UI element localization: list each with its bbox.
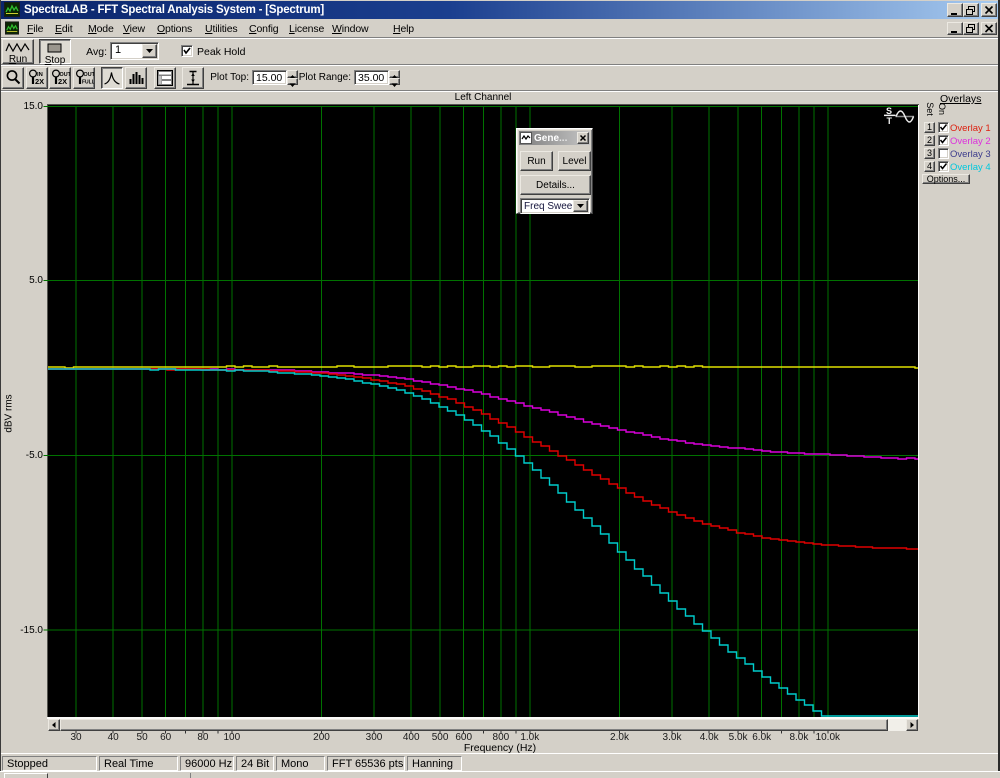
- svg-text:200: 200: [313, 732, 330, 743]
- svg-text:T: T: [887, 116, 893, 126]
- svg-text:4.0k: 4.0k: [700, 732, 720, 743]
- svg-text:50: 50: [137, 732, 149, 743]
- svg-text:80: 80: [197, 732, 209, 743]
- svg-text:100: 100: [223, 732, 240, 743]
- svg-text:40: 40: [108, 732, 120, 743]
- svg-text:5.0k: 5.0k: [729, 732, 749, 743]
- svg-text:8.0k: 8.0k: [789, 732, 809, 743]
- svg-text:10.0k: 10.0k: [816, 732, 841, 743]
- svg-text:S: S: [886, 106, 892, 116]
- svg-text:6.0k: 6.0k: [752, 732, 772, 743]
- svg-text:300: 300: [366, 732, 383, 743]
- svg-text:30: 30: [70, 732, 82, 743]
- svg-text:60: 60: [160, 732, 172, 743]
- svg-text:3.0k: 3.0k: [663, 732, 683, 743]
- svg-text:2.0k: 2.0k: [610, 732, 630, 743]
